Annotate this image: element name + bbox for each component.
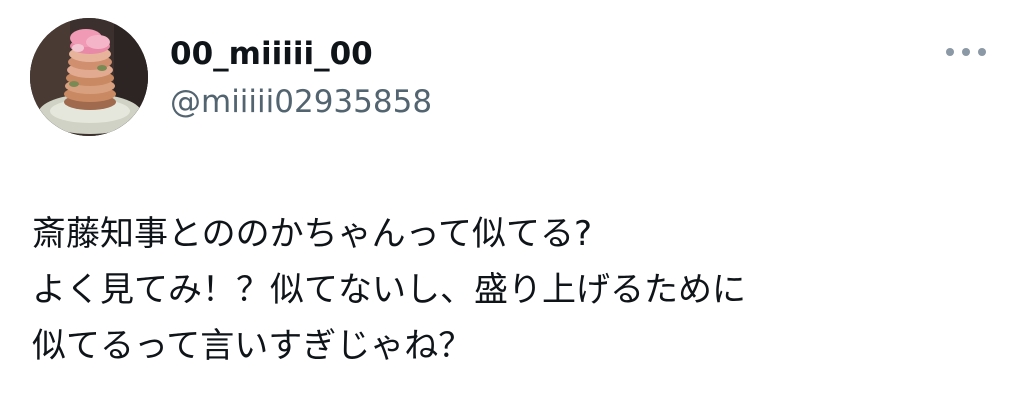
- tweet-text: 斎藤知事とののかちゃんって似てる? よく見てみ！？似てないし、盛り上げるために …: [32, 206, 992, 374]
- tweet-text-line: 似てるって言いすぎじゃね？: [32, 326, 473, 366]
- display-name[interactable]: 00_miiiii_00: [170, 34, 373, 74]
- more-horizontal-icon: [946, 48, 954, 56]
- avatar[interactable]: [30, 18, 148, 136]
- avatar-photo-icon: [30, 18, 148, 136]
- tweet-text-line: よく見てみ！？似てないし、盛り上げるために: [32, 270, 746, 310]
- user-handle[interactable]: @miiiii02935858: [170, 82, 432, 122]
- more-horizontal-icon: [962, 48, 970, 56]
- tweet-text-line: 斎藤知事とののかちゃんって似てる?: [32, 214, 593, 254]
- more-options-button[interactable]: [946, 38, 986, 66]
- tweet-card: 00_miiiii_00 @miiiii02935858 斎藤知事とののかちゃん…: [0, 0, 1024, 416]
- more-horizontal-icon: [978, 48, 986, 56]
